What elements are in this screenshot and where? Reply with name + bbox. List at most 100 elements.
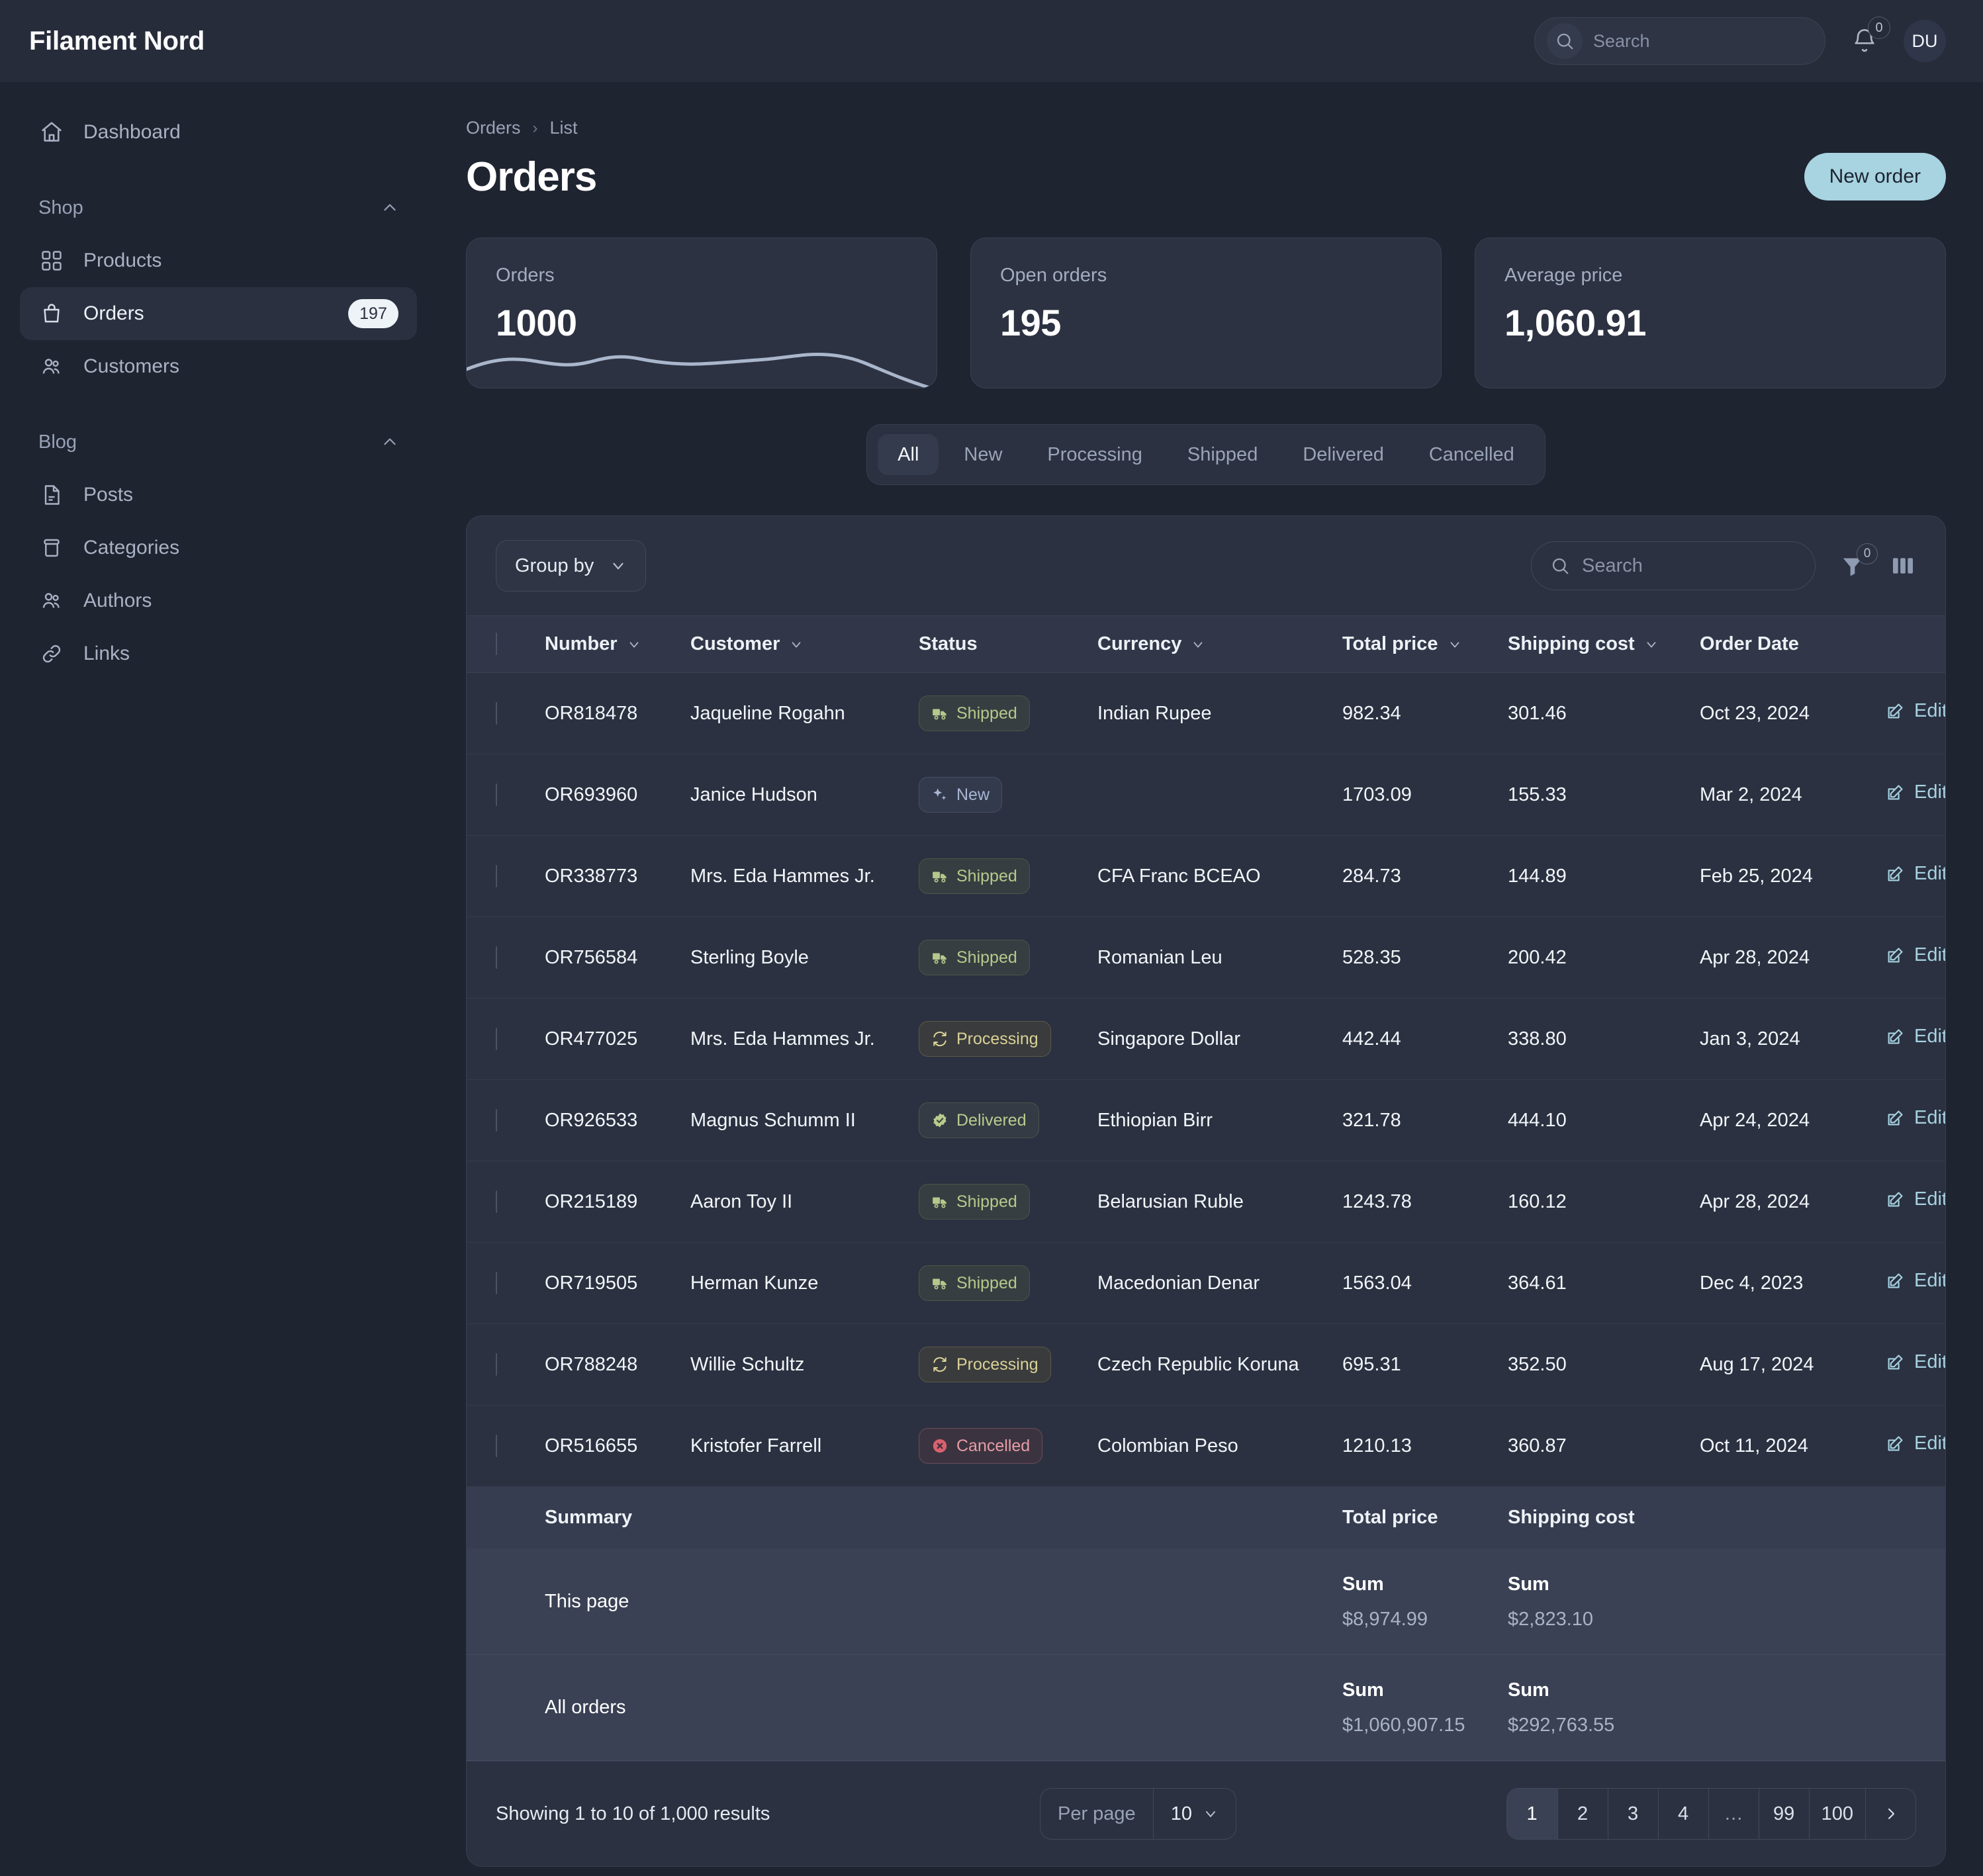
chevron-down-icon bbox=[1203, 1806, 1219, 1822]
avatar[interactable]: DU bbox=[1904, 20, 1946, 62]
row-checkbox[interactable] bbox=[496, 1434, 497, 1457]
row-checkbox[interactable] bbox=[496, 946, 497, 969]
column-label: Number bbox=[545, 633, 618, 654]
sidebar-item-dashboard[interactable]: Dashboard bbox=[20, 106, 417, 159]
stat-caption: Open orders bbox=[1000, 265, 1107, 286]
table-row[interactable]: OR215189 Aaron Toy II Shipped Belarusian Ru… bbox=[467, 1161, 1945, 1243]
table-row[interactable]: OR818478 Jaqueline Rogahn Shipped Indian Ru… bbox=[467, 672, 1945, 754]
tab-shipped[interactable]: Shipped bbox=[1168, 434, 1277, 475]
table-row[interactable]: OR788248 Willie Schultz Processing Czech Re… bbox=[467, 1323, 1945, 1406]
table-row[interactable]: OR338773 Mrs. Eda Hammes Jr. Shipped CFA Fr… bbox=[467, 835, 1945, 917]
arrow-path-icon bbox=[933, 1031, 946, 1047]
sparkline-chart bbox=[467, 353, 930, 388]
cell-number: OR693960 bbox=[545, 754, 690, 836]
row-checkbox[interactable] bbox=[496, 1108, 497, 1132]
summary-shipping-cell: Sum $292,763.55 bbox=[1508, 1654, 1700, 1761]
edit-button[interactable]: Edit bbox=[1885, 1026, 1946, 1048]
row-checkbox[interactable] bbox=[496, 1353, 497, 1376]
pagination-page[interactable]: 4 bbox=[1657, 1789, 1708, 1839]
breadcrumb: Orders › List bbox=[466, 118, 1946, 138]
row-checkbox[interactable] bbox=[496, 864, 497, 887]
sidebar-item-products[interactable]: Products bbox=[20, 234, 417, 287]
cell-order-date: Mar 2, 2024 bbox=[1700, 754, 1885, 836]
column-header-currency[interactable]: Currency bbox=[1097, 615, 1342, 673]
cell-number: OR756584 bbox=[545, 916, 690, 999]
sidebar-item-orders[interactable]: Orders 197 bbox=[20, 287, 417, 340]
pagination-page[interactable]: 100 bbox=[1808, 1789, 1865, 1839]
filter-button[interactable]: 0 bbox=[1839, 543, 1878, 579]
pagination-page[interactable]: 2 bbox=[1557, 1789, 1608, 1839]
row-checkbox[interactable] bbox=[496, 1190, 497, 1213]
notifications-button[interactable]: 0 bbox=[1848, 17, 1890, 59]
select-all-header bbox=[467, 615, 545, 673]
column-header-customer[interactable]: Customer bbox=[690, 615, 919, 673]
toggle-columns-button[interactable] bbox=[1890, 553, 1916, 579]
row-checkbox[interactable] bbox=[496, 701, 497, 725]
table-row[interactable]: OR719505 Herman Kunze Shipped Macedonian De… bbox=[467, 1242, 1945, 1324]
row-checkbox[interactable] bbox=[496, 1027, 497, 1050]
edit-button[interactable]: Edit bbox=[1885, 944, 1945, 966]
pencil-square-icon bbox=[1888, 1110, 1903, 1126]
table-row[interactable]: OR756584 Sterling Boyle Shipped Romanian Le… bbox=[467, 916, 1945, 999]
new-order-button[interactable]: New order bbox=[1804, 153, 1946, 201]
sidebar-item-customers[interactable]: Customers bbox=[20, 340, 417, 393]
cell-number: OR215189 bbox=[545, 1161, 690, 1243]
edit-label: Edit bbox=[1914, 1026, 1946, 1048]
breadcrumb-orders[interactable]: Orders bbox=[466, 118, 521, 138]
sparkles-icon bbox=[933, 788, 946, 801]
row-select-cell bbox=[467, 1161, 545, 1243]
row-checkbox[interactable] bbox=[496, 1271, 497, 1294]
edit-button[interactable]: Edit bbox=[1885, 700, 1945, 722]
group-by-dropdown[interactable]: Group by bbox=[496, 540, 647, 592]
table-row[interactable]: OR693960 Janice Hudson New 1703.09 155.33 Mar… bbox=[467, 754, 1945, 836]
global-search-input[interactable]: Search bbox=[1534, 17, 1825, 65]
per-page-value[interactable]: 10 bbox=[1152, 1789, 1236, 1839]
cell-actions: Edit bbox=[1885, 672, 1945, 754]
edit-button[interactable]: Edit bbox=[1885, 782, 1945, 803]
column-header-shipping-cost[interactable]: Shipping cost bbox=[1508, 615, 1700, 673]
sidebar-item-authors[interactable]: Authors bbox=[20, 574, 417, 627]
edit-button[interactable]: Edit bbox=[1885, 1433, 1945, 1454]
edit-button[interactable]: Edit bbox=[1885, 1188, 1945, 1210]
row-checkbox[interactable] bbox=[496, 783, 497, 806]
tab-delivered[interactable]: Delivered bbox=[1283, 434, 1404, 475]
tab-processing[interactable]: Processing bbox=[1027, 434, 1162, 475]
cell-shipping-cost: 364.61 bbox=[1508, 1242, 1700, 1324]
edit-button[interactable]: Edit bbox=[1885, 1107, 1946, 1129]
shopping-bag-icon bbox=[38, 300, 65, 327]
sidebar-group-blog[interactable]: Blog bbox=[20, 422, 417, 462]
column-header-number[interactable]: Number bbox=[545, 615, 690, 673]
cell-actions: Edit bbox=[1885, 998, 1946, 1080]
tab-all[interactable]: All bbox=[878, 434, 939, 475]
select-all-checkbox[interactable] bbox=[496, 633, 497, 655]
table-row[interactable]: OR926533 Magnus Schumm II Delivered Ethiopi… bbox=[467, 1079, 1946, 1161]
tab-cancelled[interactable]: Cancelled bbox=[1409, 434, 1534, 475]
edit-button[interactable]: Edit bbox=[1885, 1351, 1945, 1373]
pagination-ellipsis: … bbox=[1708, 1789, 1759, 1839]
cell-total-price: 528.35 bbox=[1342, 916, 1508, 999]
sidebar-item-categories[interactable]: Categories bbox=[20, 521, 417, 574]
table-search-input[interactable]: Search bbox=[1531, 541, 1816, 590]
pencil-square-icon bbox=[1888, 785, 1903, 800]
table-row[interactable]: OR516655 Kristofer Farrell Cancelled Colomb… bbox=[467, 1405, 1945, 1487]
check-badge-icon bbox=[933, 1113, 946, 1128]
pencil-square-icon bbox=[1888, 1273, 1903, 1288]
edit-label: Edit bbox=[1914, 1107, 1946, 1129]
tab-new[interactable]: New bbox=[944, 434, 1022, 475]
column-header-total-price[interactable]: Total price bbox=[1342, 615, 1508, 673]
status-badge: Shipped bbox=[919, 940, 1030, 975]
status-label: Shipped bbox=[956, 866, 1017, 885]
table-row[interactable]: OR477025 Mrs. Eda Hammes Jr. Processing Sin… bbox=[467, 998, 1946, 1080]
cell-status: Shipped bbox=[919, 1161, 1097, 1243]
sidebar-item-posts[interactable]: Posts bbox=[20, 469, 417, 521]
sidebar-group-shop[interactable]: Shop bbox=[20, 188, 417, 228]
edit-button[interactable]: Edit bbox=[1885, 863, 1945, 885]
sidebar-item-links[interactable]: Links bbox=[20, 627, 417, 680]
cell-actions: Edit bbox=[1885, 835, 1945, 917]
pagination-page[interactable]: 1 bbox=[1506, 1789, 1557, 1839]
pagination-next-button[interactable] bbox=[1865, 1789, 1915, 1839]
pagination-page[interactable]: 3 bbox=[1607, 1789, 1658, 1839]
per-page-select[interactable]: Per page 10 bbox=[1039, 1788, 1236, 1840]
edit-button[interactable]: Edit bbox=[1885, 1270, 1945, 1292]
pagination-page[interactable]: 99 bbox=[1758, 1789, 1809, 1839]
